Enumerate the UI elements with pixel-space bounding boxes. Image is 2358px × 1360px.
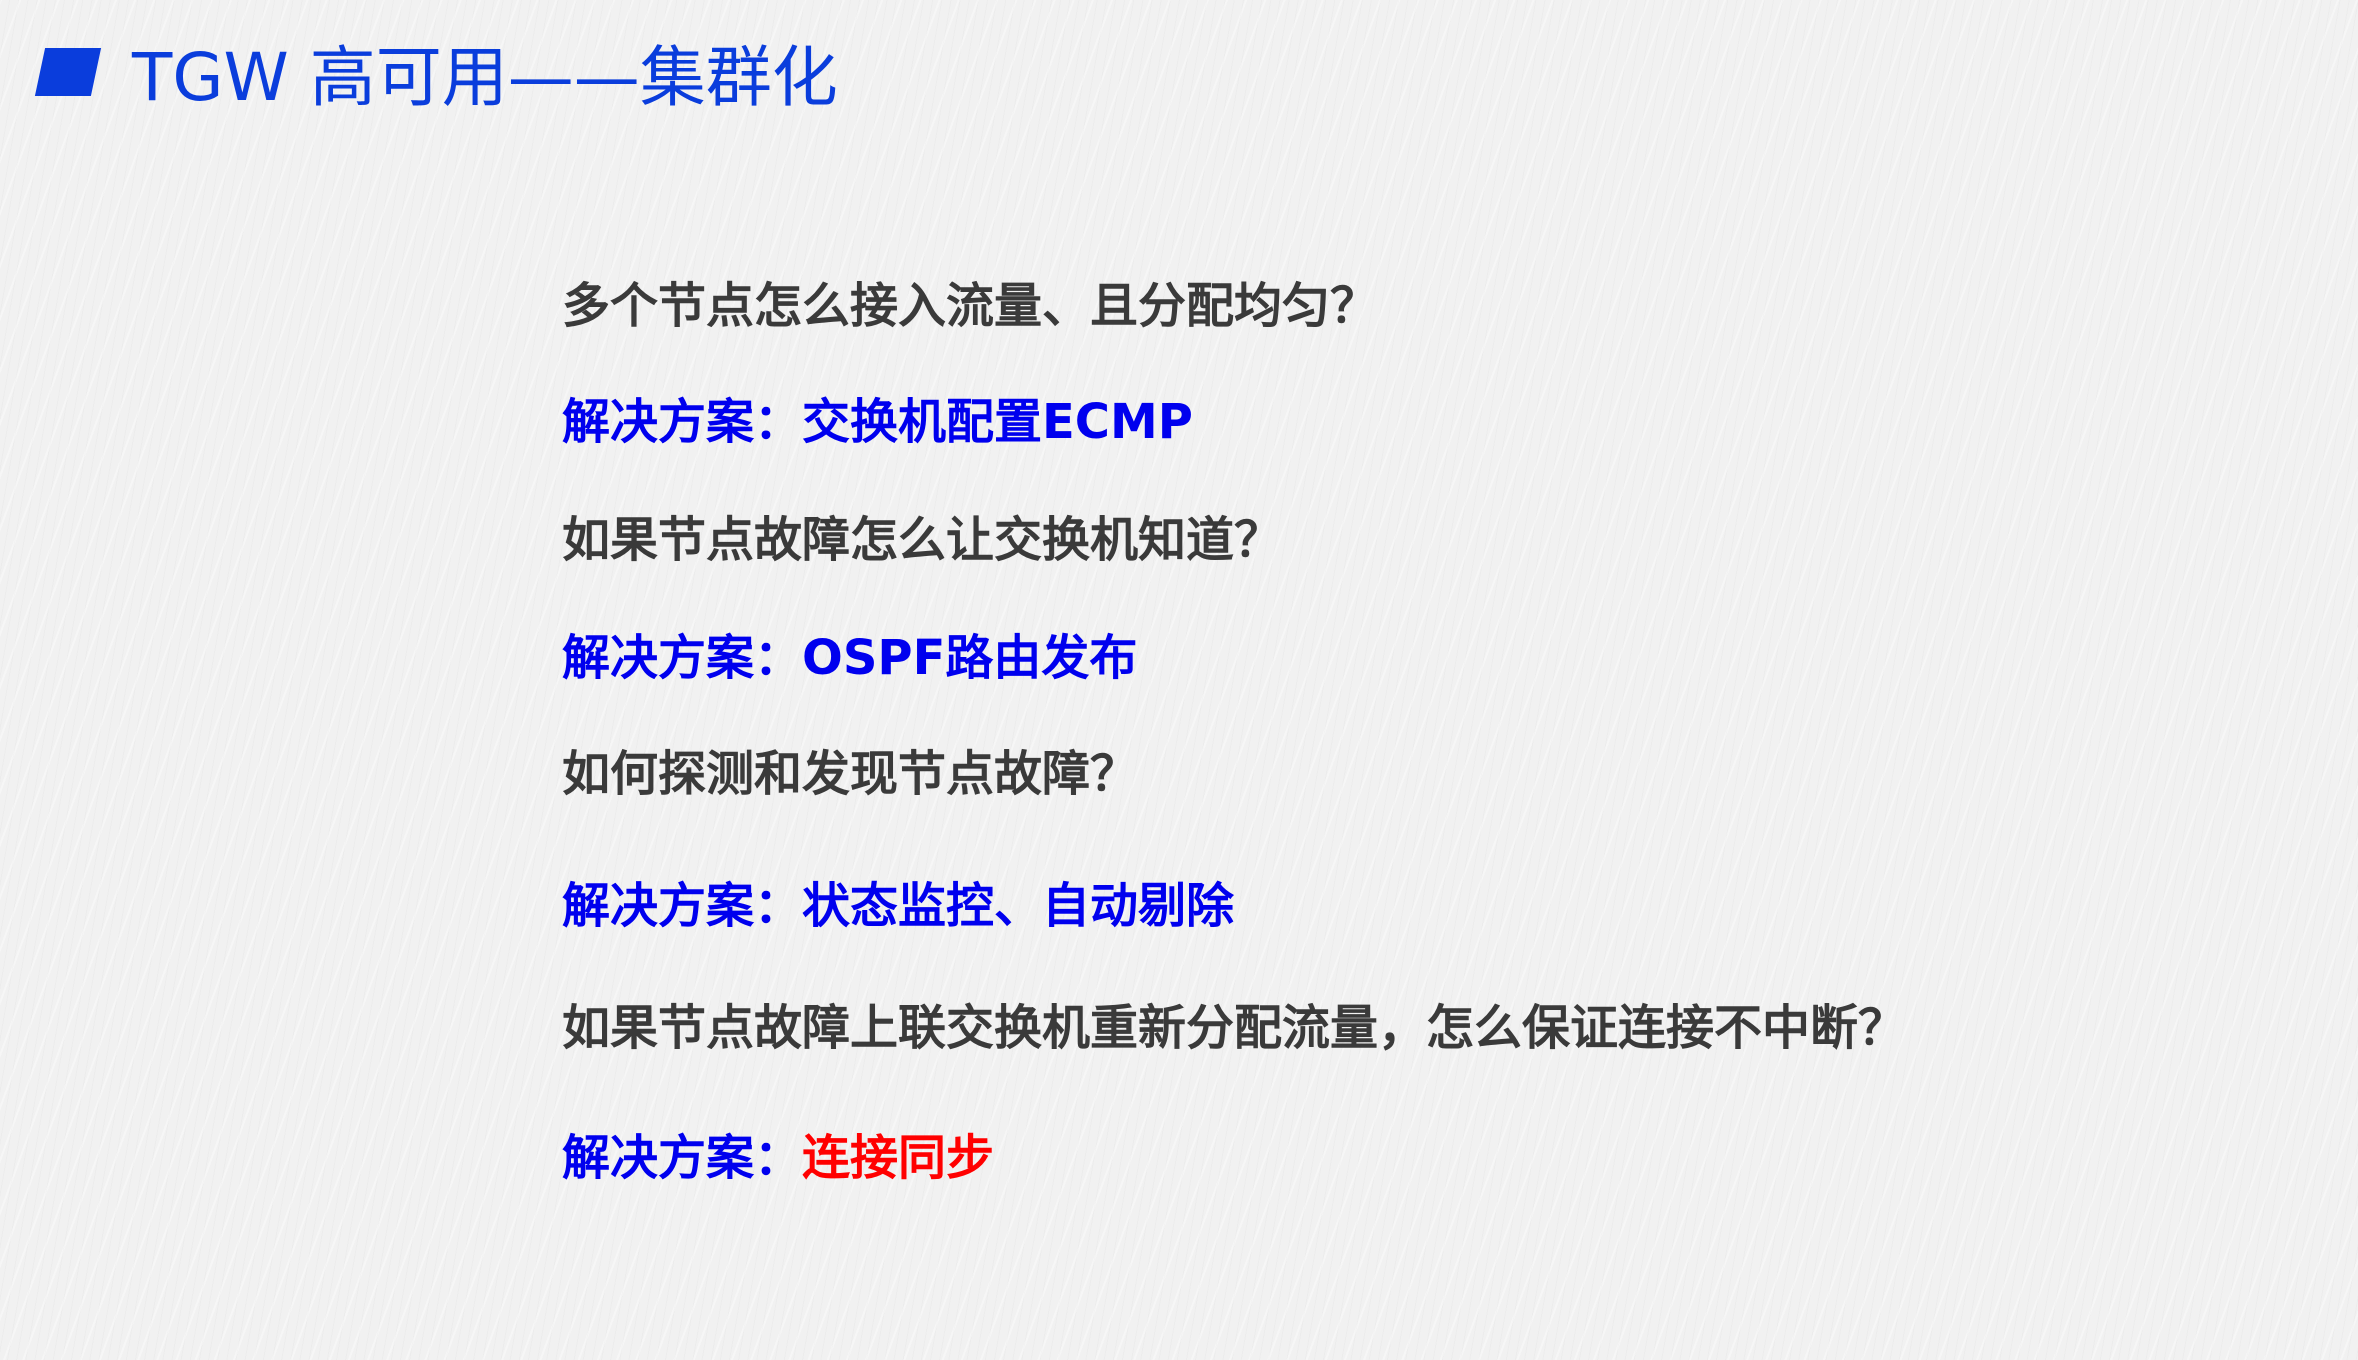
slide-header: TGW 高可用——集群化: [34, 22, 838, 122]
question-4: 如果节点故障上联交换机重新分配流量，怎么保证连接不中断？: [562, 1000, 1907, 1056]
answer-prefix: 解决方案：: [562, 394, 803, 450]
question-2: 如果节点故障怎么让交换机知道？: [562, 512, 1283, 568]
answer-prefix: 解决方案：: [562, 878, 803, 934]
answer-2: 解决方案：OSPF路由发布: [562, 630, 1137, 688]
background-texture: [0, 0, 2358, 1360]
question-3: 如何探测和发现节点故障？: [562, 746, 1139, 802]
answer-1: 解决方案：交换机配置ECMP: [562, 394, 1193, 452]
answer-4: 解决方案：连接同步: [562, 1130, 994, 1188]
answer-3: 解决方案：状态监控、自动剔除: [562, 878, 1234, 936]
answer-prefix: 解决方案：: [562, 630, 803, 686]
answer-text: 状态监控、自动剔除: [802, 878, 1235, 934]
answer-text: 交换机配置ECMP: [802, 394, 1193, 450]
answer-text-highlight: 连接同步: [802, 1130, 995, 1186]
answer-prefix: 解决方案：: [562, 1130, 803, 1186]
slide-title: TGW 高可用——集群化: [132, 39, 838, 116]
question-1: 多个节点怎么接入流量、且分配均匀？: [562, 278, 1379, 334]
answer-text: OSPF路由发布: [802, 630, 1138, 686]
title-marker-icon: [34, 48, 102, 96]
